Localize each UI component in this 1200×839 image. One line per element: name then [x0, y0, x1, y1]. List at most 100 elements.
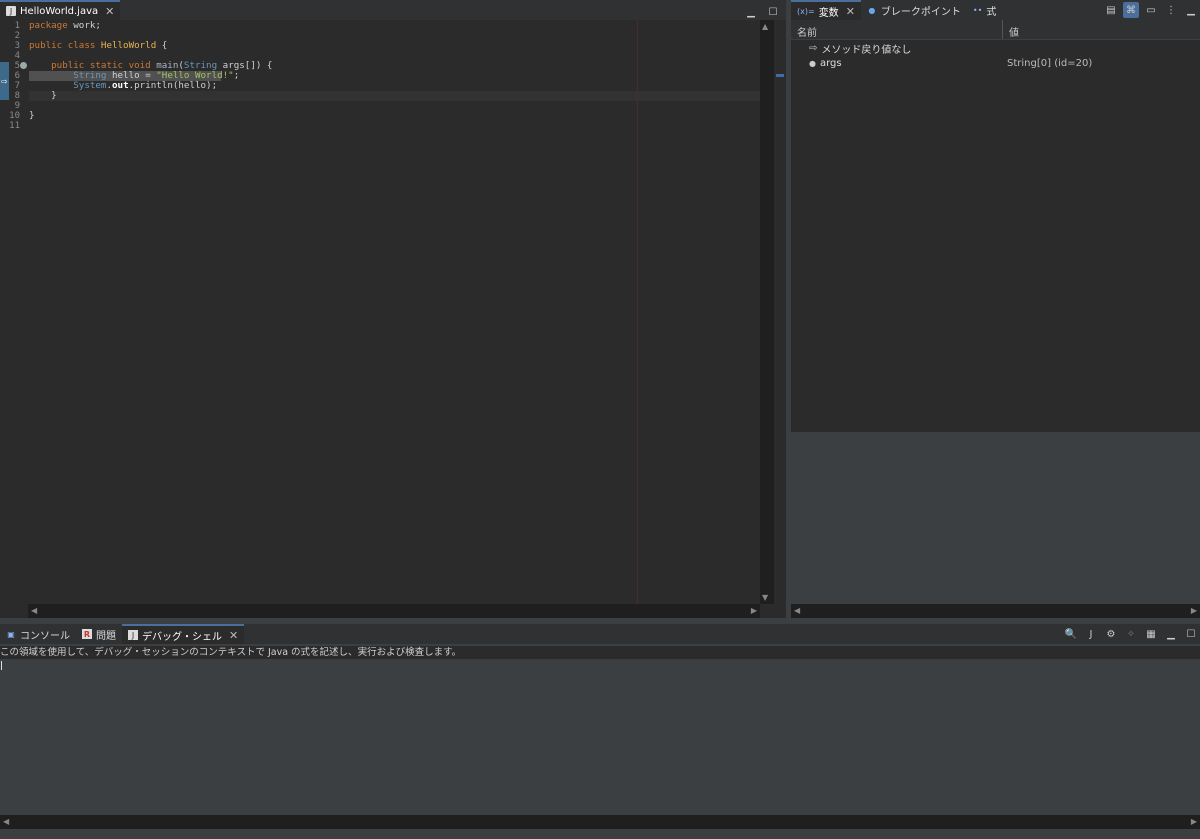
collapse-all-icon[interactable]: ▭	[1143, 2, 1159, 18]
tab-label: 式	[986, 6, 997, 18]
clear-icon[interactable]: ▦	[1143, 626, 1159, 642]
debug-shell-input[interactable]	[0, 659, 1200, 815]
scroll-up-icon[interactable]: ▲	[762, 22, 768, 31]
tab-label: 変数	[818, 7, 839, 19]
tab-expressions[interactable]: •• 式	[967, 0, 1002, 20]
editor-tabbar: J HelloWorld.java ✕	[0, 0, 786, 20]
code-area[interactable]: package work; public class HelloWorld { p…	[29, 20, 760, 604]
editor-window-controls: ▁ ☐	[742, 2, 782, 22]
tab-problems[interactable]: R 問題	[76, 624, 122, 644]
bottom-tabbar: ▣ コンソール R 問題 J デバッグ・シェル ✕	[0, 624, 1200, 644]
show-logical-structure-icon[interactable]: ⌘	[1123, 2, 1139, 18]
code-line: public class HelloWorld {	[29, 41, 167, 51]
inspect-icon[interactable]: 🔍	[1063, 626, 1079, 642]
variables-table-header: 名前 値	[791, 20, 1200, 40]
code-token: public class	[29, 40, 101, 51]
code-token: {	[156, 40, 168, 51]
bottom-pane: ▣ コンソール R 問題 J デバッグ・シェル ✕ 🔍 J ⚙ ✧ ▦ ▁ ☐ …	[0, 624, 1200, 829]
variable-name: args	[819, 58, 842, 69]
variables-pane: (x)= 変数 ✕ ● ブレークポイント •• 式 ▤ ⌘ ▭ ⋮ ▁ 名前 値…	[791, 0, 1200, 618]
tab-breakpoints[interactable]: ● ブレークポイント	[861, 0, 967, 20]
tab-console[interactable]: ▣ コンソール	[0, 624, 76, 644]
close-icon[interactable]: ✕	[846, 5, 855, 18]
code-token: }	[29, 90, 57, 101]
scroll-down-icon[interactable]: ▼	[762, 593, 768, 602]
code-token: out	[112, 80, 129, 91]
line-number: 2	[14, 31, 20, 41]
code-token: package	[29, 20, 74, 31]
table-row[interactable]: ● args String[0] (id=20)	[791, 56, 1200, 71]
java-file-icon: J	[6, 6, 16, 16]
execute-icon[interactable]: ⚙	[1103, 626, 1119, 642]
java-shell-icon: J	[128, 630, 138, 640]
maximize-icon[interactable]: ☐	[765, 4, 781, 20]
tab-label: HelloWorld.java	[20, 5, 99, 17]
tab-label: デバッグ・シェル	[142, 631, 222, 643]
minimize-icon[interactable]: ▁	[1163, 626, 1179, 642]
scroll-right-icon[interactable]: ▶	[1191, 606, 1197, 615]
line-number: 4	[14, 51, 20, 61]
scroll-left-icon[interactable]: ◀	[794, 606, 800, 615]
status-bar	[0, 829, 1200, 839]
console-icon: ▣	[7, 629, 15, 639]
column-header-name[interactable]: 名前	[791, 20, 1003, 39]
show-type-names-icon[interactable]: ▤	[1103, 2, 1119, 18]
variable-name: メソッド戻り値なし	[821, 45, 912, 56]
scroll-right-icon[interactable]: ▶	[1191, 817, 1197, 826]
tab-helloworld-java[interactable]: J HelloWorld.java ✕	[0, 0, 121, 20]
table-row[interactable]: ⇨ メソッド戻り値なし	[791, 41, 1200, 56]
debug-pointer-icon: ⇨	[0, 62, 9, 100]
variables-horizontal-scrollbar[interactable]: ◀ ▶	[791, 604, 1200, 618]
display-icon[interactable]: J	[1083, 626, 1099, 642]
editor-vertical-scrollbar[interactable]: ▲ ▼	[760, 20, 774, 604]
tab-label: ブレークポイント	[880, 6, 961, 18]
minimize-icon[interactable]: ▁	[1183, 2, 1199, 18]
column-header-value[interactable]: 値	[1003, 20, 1025, 39]
expressions-icon: ••	[972, 5, 983, 15]
variable-value: String[0] (id=20)	[1007, 58, 1093, 69]
editor-pane: J HelloWorld.java ✕ ▁ ☐ 1 2 3 4 5 6 7 8 9 10 11 ⇨ …	[0, 0, 786, 618]
line-number: 9	[14, 101, 20, 111]
code-token: HelloWorld	[100, 40, 157, 51]
tab-label: コンソール	[20, 630, 70, 642]
variables-toolbar: ▤ ⌘ ▭ ⋮ ▁	[1102, 0, 1200, 20]
debug-shell-hint: この領域を使用して、デバッグ・セッションのコンテキストで Java の式を記述し…	[0, 646, 1200, 659]
debug-shell-toolbar: 🔍 J ⚙ ✧ ▦ ▁ ☐	[1062, 624, 1200, 644]
text-caret	[1, 661, 2, 670]
view-menu-icon[interactable]: ⋮	[1163, 2, 1179, 18]
code-token: work;	[73, 20, 101, 31]
scroll-left-icon[interactable]: ◀	[31, 606, 37, 615]
scroll-left-icon[interactable]: ◀	[3, 817, 9, 826]
code-line: package work;	[29, 21, 101, 31]
close-icon[interactable]: ✕	[105, 5, 114, 18]
tab-label: 問題	[96, 630, 116, 642]
maximize-icon[interactable]: ☐	[1183, 626, 1199, 642]
bottom-horizontal-scrollbar[interactable]: ◀ ▶	[0, 815, 1200, 829]
code-line: }	[29, 91, 57, 101]
overview-marker[interactable]	[776, 74, 784, 77]
editor-horizontal-scrollbar[interactable]: ◀ ▶	[28, 604, 760, 618]
line-number: 1	[14, 21, 20, 31]
variables-icon: (x)=	[797, 6, 815, 16]
breakpoint-icon: ●	[868, 5, 876, 15]
variable-detail-pane[interactable]	[791, 432, 1200, 604]
code-token: }	[29, 110, 35, 121]
line-number-gutter: 1 2 3 4 5 6 7 8 9 10 11	[0, 20, 28, 604]
local-variable-icon: ●	[809, 59, 816, 68]
collapse-marker-icon[interactable]	[20, 62, 27, 69]
code-token: ;	[233, 70, 240, 81]
problems-icon: R	[82, 629, 92, 639]
code-line: }	[29, 111, 35, 121]
return-value-icon: ⇨	[809, 43, 818, 54]
overview-ruler[interactable]	[774, 20, 786, 604]
content-assist-icon[interactable]: ✧	[1123, 626, 1139, 642]
code-token: []) {	[244, 60, 273, 71]
scroll-right-icon[interactable]: ▶	[751, 606, 757, 615]
tab-variables[interactable]: (x)= 変数 ✕	[791, 0, 861, 20]
code-token: .println(hello);	[128, 80, 218, 91]
line-number: 11	[9, 121, 20, 131]
minimize-icon[interactable]: ▁	[743, 4, 759, 20]
tab-debug-shell[interactable]: J デバッグ・シェル ✕	[122, 624, 245, 644]
code-line: System.out.println(hello);	[29, 81, 217, 91]
close-icon[interactable]: ✕	[229, 629, 238, 642]
